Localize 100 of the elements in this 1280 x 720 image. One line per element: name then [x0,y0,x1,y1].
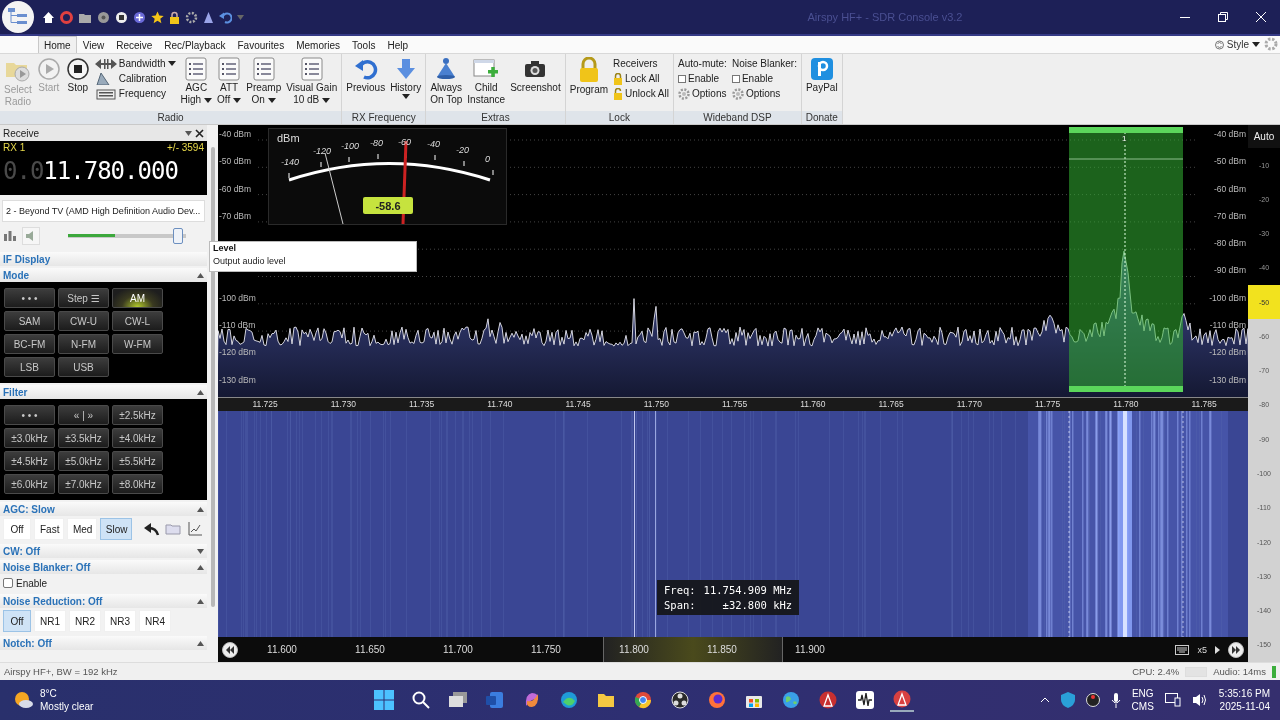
toggle-button[interactable]: Med [66,518,97,540]
section-header[interactable]: Mode [0,268,207,282]
menu-tab[interactable]: Rec/Playback [158,36,232,53]
ribbon-button[interactable]: Previous [344,56,388,95]
section-header[interactable]: Filter [0,385,207,399]
option-button[interactable]: • • • [4,405,55,425]
ribbon-button[interactable]: PayPal [803,56,840,95]
option-button[interactable]: LSB [4,357,55,377]
enable-checkbox[interactable]: Enable [731,71,797,86]
cone-icon[interactable] [203,10,214,24]
option-button[interactable]: • • • [4,288,55,308]
section-header[interactable]: AGC: Slow [0,502,207,516]
section-header[interactable]: Noise Reduction: Off [0,594,207,608]
style-menu[interactable]: Style [1210,36,1264,53]
option-button[interactable]: ±6.0kHz [4,474,55,494]
taskbar-app[interactable] [853,688,877,712]
ribbon-menu-item[interactable]: Frequency [94,86,176,101]
app-menu-button[interactable] [2,1,34,33]
caret-icon[interactable] [237,14,244,20]
option-button[interactable]: ±3.5kHz [58,428,109,448]
option-button[interactable]: ±5.5kHz [112,451,163,471]
section-header[interactable]: IF Display [0,252,207,266]
ribbon-button[interactable]: Child Instance [465,56,508,107]
slider-thumb[interactable] [172,228,183,244]
toggle-button[interactable]: Off [3,610,31,632]
plus-icon[interactable] [133,10,146,24]
ribbon-button[interactable]: Always On Top [428,56,465,107]
toggle-button[interactable]: Off [3,518,31,540]
ribbon-button[interactable]: Preamp On [244,56,284,107]
option-button[interactable]: ±7.0kHz [58,474,109,494]
keyboard-icon[interactable] [1175,644,1190,655]
aperture-icon[interactable] [1085,693,1100,707]
menu-tab[interactable]: Help [381,36,414,53]
option-button[interactable]: ±2.5kHz [112,405,163,425]
menu-tab[interactable]: Memories [290,36,347,53]
stop-icon[interactable] [115,10,128,24]
ribbon-menu-item[interactable]: Unlock All [613,86,669,101]
padlock-icon[interactable] [169,10,180,24]
option-button[interactable]: Step ☰ [58,288,109,308]
disc-icon[interactable] [97,10,110,24]
taskbar-app[interactable] [890,688,914,712]
microphone-icon[interactable] [1110,692,1121,708]
close-icon[interactable] [195,128,204,138]
volume-slider[interactable] [68,228,186,244]
option-button[interactable]: ±4.0kHz [112,428,163,448]
audio-device-select[interactable]: 2 - Beyond TV (AMD High Definition Audio Dev... [2,200,205,222]
section-header[interactable]: Notch: Off [0,636,207,650]
option-button[interactable]: ±3.0kHz [4,428,55,448]
ribbon-button[interactable]: AGC High [178,56,215,107]
undo-arrow-icon[interactable] [219,10,232,24]
option-button[interactable]: BC-FM [4,334,55,354]
enable-checkbox[interactable]: Enable [0,574,207,592]
chevron-up-icon[interactable] [1039,697,1050,703]
clock[interactable]: 5:35:16 PM 2025-11-04 [1218,687,1270,713]
option-button[interactable]: AM [112,288,163,308]
scroll-right-button[interactable] [1228,641,1244,658]
ribbon-menu-item[interactable]: Calibration [94,71,176,86]
ribbon-menu-item[interactable]: Options [731,86,797,101]
toggle-button[interactable]: NR3 [104,610,137,632]
menu-tab[interactable]: Home [38,36,77,53]
option-button[interactable]: ±5.0kHz [58,451,109,471]
option-button[interactable]: « | » [58,405,109,425]
option-button[interactable]: W-FM [112,334,163,354]
bars-icon[interactable] [4,231,16,241]
section-header[interactable]: Noise Blanker: Off [0,560,207,574]
taskbar-app[interactable] [668,688,692,712]
option-button[interactable]: N-FM [58,334,109,354]
toggle-button[interactable]: NR2 [69,610,102,632]
lifebuoy-icon[interactable] [60,10,73,24]
menu-tab[interactable]: Favourites [231,36,291,53]
ribbon-button[interactable]: Stop [63,56,92,95]
ribbon-button[interactable]: History [388,56,424,100]
toggle-button[interactable]: NR1 [34,610,66,632]
ribbon-menu-item[interactable]: Options [678,86,727,101]
scroll-left-button[interactable] [222,641,238,658]
home-icon[interactable] [42,10,55,24]
option-button[interactable]: CW-L [112,311,163,331]
ribbon-button[interactable]: Screenshot [508,56,563,95]
ribbon-menu-item[interactable]: Lock All [613,71,669,86]
toggle-button[interactable]: Fast [34,518,64,540]
ribbon-button[interactable]: ATT Off [215,56,244,107]
ribbon-button[interactable]: Visual Gain 10 dB [284,56,340,107]
auto-button[interactable]: Auto [1248,125,1280,148]
toggle-button[interactable]: NR4 [139,610,172,632]
play-icon[interactable] [1215,645,1220,654]
option-button[interactable]: ±4.5kHz [4,451,55,471]
ribbon-menu-item[interactable]: Bandwidth [94,56,176,71]
section-header[interactable]: CW: Off [0,544,207,558]
menu-tab[interactable]: View [76,36,111,53]
menu-tab[interactable]: Receive [110,36,159,53]
menu-tab[interactable]: Tools [346,36,382,53]
scrollbar-thumb[interactable] [210,147,215,607]
option-button[interactable]: SAM [4,311,55,331]
chart-button[interactable] [185,519,204,539]
option-button[interactable]: USB [58,357,109,377]
ribbon-button[interactable]: Program [567,56,611,97]
shield-icon[interactable] [1060,692,1075,708]
start-button[interactable] [372,688,396,712]
enable-checkbox[interactable]: Enable [678,71,727,86]
toggle-button[interactable]: Slow [99,518,132,540]
